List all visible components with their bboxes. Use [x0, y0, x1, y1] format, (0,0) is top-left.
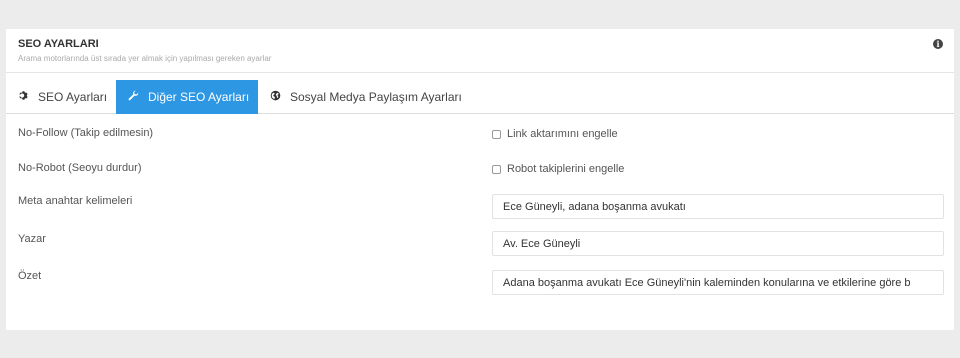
panel-subtitle: Arama motorlarında üst sırada yer almak … — [18, 54, 272, 63]
summary-input[interactable]: Adana boşanma avukatı Ece Güneyli'nin ka… — [492, 270, 944, 295]
panel-title: SEO AYARLARI — [18, 38, 99, 50]
tab-bar: SEO Ayarları Diğer SEO Ayarları Sosyal M… — [6, 80, 954, 114]
info-icon[interactable]: i — [933, 39, 943, 49]
tab-other-seo-settings-label: Diğer SEO Ayarları — [148, 90, 250, 104]
meta-keywords-label: Meta anahtar kelimeleri — [18, 195, 133, 207]
nofollow-checkbox-label: Link aktarımını engelle — [507, 128, 618, 140]
meta-keywords-input[interactable]: Ece Güneyli, adana boşanma avukatı — [492, 194, 944, 219]
summary-label: Özet — [18, 270, 42, 282]
wrench-icon — [128, 90, 139, 104]
norobot-label: No-Robot (Seoyu durdur) — [18, 162, 142, 174]
nofollow-checkbox[interactable]: Link aktarımını engelle — [492, 128, 618, 140]
nofollow-label: No-Follow (Takip edilmesin) — [18, 127, 154, 139]
seo-settings-panel: SEO AYARLARI Arama motorlarında üst sıra… — [6, 29, 954, 330]
norobot-checkbox-box[interactable] — [492, 164, 501, 174]
panel-header: SEO AYARLARI Arama motorlarında üst sıra… — [6, 29, 954, 73]
tab-seo-settings-label: SEO Ayarları — [38, 90, 108, 104]
gear-icon — [18, 90, 29, 104]
norobot-checkbox[interactable]: Robot takiplerini engelle — [492, 163, 624, 175]
author-input[interactable]: Av. Ece Güneyli — [492, 231, 944, 256]
tab-other-seo-settings[interactable]: Diğer SEO Ayarları — [116, 80, 258, 114]
tab-seo-settings[interactable]: SEO Ayarları — [18, 80, 107, 114]
globe-icon — [270, 90, 281, 104]
nofollow-checkbox-box[interactable] — [492, 129, 501, 139]
tab-social-media-settings-label: Sosyal Medya Paylaşım Ayarları — [290, 90, 462, 104]
tab-social-media-settings[interactable]: Sosyal Medya Paylaşım Ayarları — [270, 80, 462, 114]
author-label: Yazar — [18, 233, 46, 245]
norobot-checkbox-label: Robot takiplerini engelle — [507, 163, 625, 175]
